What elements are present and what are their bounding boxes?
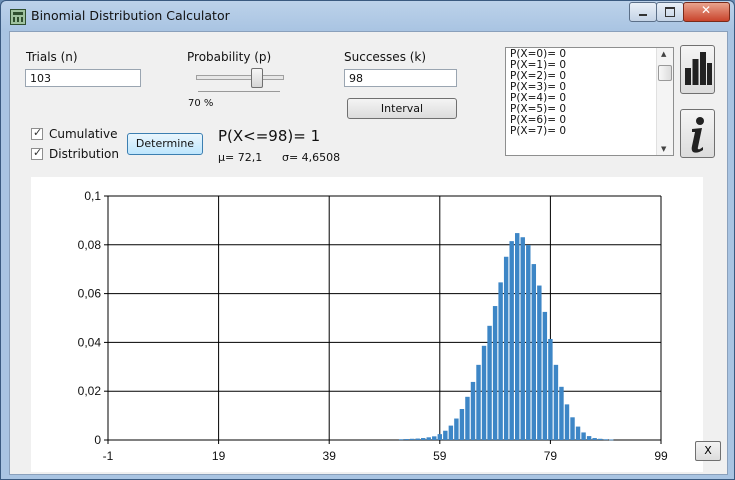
chart-bar bbox=[531, 264, 537, 440]
chart-bar bbox=[498, 282, 503, 440]
chart-bar bbox=[465, 396, 470, 440]
chart-bar bbox=[420, 438, 426, 440]
sigma-value: σ= 4,6508 bbox=[282, 151, 341, 164]
client-area: Trials (n) 103 Probability (p) 70 % Succ… bbox=[9, 31, 728, 475]
trials-label: Trials (n) bbox=[26, 50, 78, 64]
listbox-items: P(X=0)= 0 P(X=1)= 0 P(X=2)= 0 P(X=3)= 0 P(X=… bbox=[506, 48, 673, 137]
close-window-button[interactable] bbox=[683, 2, 730, 22]
binomial-chart: 0 0,02 0,04 0,06 0,08 0,1 -1 19 39 59 79 99 bbox=[78, 189, 668, 463]
chart-bar bbox=[592, 438, 597, 440]
chart-area: 0 0,02 0,04 0,06 0,08 0,1 -1 19 39 59 79 99 bbox=[31, 177, 703, 472]
y-tick-label: 0,04 bbox=[78, 335, 102, 349]
chart-bar bbox=[570, 417, 575, 440]
minimize-button[interactable] bbox=[629, 2, 657, 22]
chart-bar bbox=[509, 241, 514, 440]
result-expression: P(X<=98)= 1 bbox=[218, 127, 321, 145]
y-tick-label: 0,06 bbox=[78, 287, 102, 301]
chart-bar bbox=[503, 256, 509, 440]
y-tick-label: 0,1 bbox=[84, 189, 101, 203]
chart-bar bbox=[415, 438, 420, 440]
chart-bar bbox=[487, 325, 492, 440]
chart-bar bbox=[492, 306, 498, 440]
chart-bar bbox=[586, 436, 592, 440]
x-tick-label: 19 bbox=[212, 449, 226, 463]
x-tick-label: -1 bbox=[103, 449, 114, 463]
distribution-checkbox[interactable] bbox=[31, 146, 43, 160]
probability-slider-thumb[interactable] bbox=[251, 68, 264, 88]
slider-ticks bbox=[198, 91, 280, 92]
chart-bar bbox=[559, 386, 564, 440]
chart-bar bbox=[515, 233, 520, 440]
listbox-scrollbar[interactable]: ▲ ▼ bbox=[656, 48, 673, 155]
chart-bar bbox=[597, 438, 603, 440]
chart-bar bbox=[542, 311, 548, 440]
chart-bar bbox=[526, 245, 531, 440]
chart-bar bbox=[454, 418, 459, 440]
chart-bar bbox=[398, 439, 404, 441]
chart-bar bbox=[409, 438, 415, 440]
chart-bar bbox=[520, 237, 525, 440]
chart-bar bbox=[553, 364, 559, 440]
chart-bar bbox=[404, 439, 409, 440]
probability-listbox[interactable]: P(X=0)= 0 P(X=1)= 0 P(X=2)= 0 P(X=3)= 0 P(X=… bbox=[505, 47, 674, 156]
mean-value: μ= 72,1 bbox=[218, 151, 263, 164]
chart-bar bbox=[443, 430, 448, 440]
x-tick-label: 59 bbox=[433, 449, 447, 463]
scroll-up-arrow-icon[interactable]: ▲ bbox=[661, 50, 666, 58]
info-icon bbox=[691, 117, 704, 153]
chart-bar bbox=[459, 409, 465, 440]
chart-bar bbox=[448, 425, 454, 440]
scroll-down-arrow-icon[interactable]: ▼ bbox=[661, 145, 666, 153]
cumulative-label: Cumulative bbox=[49, 127, 118, 141]
chart-bar bbox=[564, 404, 570, 440]
chart-bar bbox=[609, 439, 614, 441]
probability-slider-track[interactable] bbox=[196, 75, 284, 80]
title-bar[interactable]: Binomial Distribution Calculator bbox=[1, 1, 734, 31]
successes-input[interactable]: 98 bbox=[344, 69, 457, 87]
successes-label: Successes (k) bbox=[344, 50, 427, 64]
bar-chart-icon bbox=[685, 52, 712, 85]
x-tick-label: 79 bbox=[544, 449, 558, 463]
window-title: Binomial Distribution Calculator bbox=[31, 8, 230, 23]
y-tick-label: 0 bbox=[94, 433, 101, 447]
chart-bar bbox=[476, 364, 481, 440]
chart-bar bbox=[437, 434, 443, 440]
chart-bar bbox=[537, 285, 542, 440]
maximize-button[interactable] bbox=[656, 2, 684, 22]
chart-bar bbox=[432, 436, 437, 440]
cumulative-checkbox[interactable] bbox=[31, 126, 43, 140]
distribution-label: Distribution bbox=[49, 147, 120, 161]
y-tick-label: 0,02 bbox=[78, 384, 102, 398]
chart-bar bbox=[581, 432, 586, 440]
determine-button[interactable]: Determine bbox=[127, 133, 203, 155]
chart-bar bbox=[603, 439, 608, 441]
y-tick-label: 0,08 bbox=[78, 238, 102, 252]
interval-button[interactable]: Interval bbox=[347, 98, 457, 119]
x-tick-label: 99 bbox=[654, 449, 668, 463]
app-window: Binomial Distribution Calculator Trials … bbox=[0, 0, 735, 480]
chart-bar bbox=[470, 381, 476, 440]
chart-bar bbox=[481, 345, 487, 440]
probability-value: 70 % bbox=[188, 98, 214, 109]
chart-button[interactable] bbox=[680, 45, 715, 94]
chart-bar bbox=[575, 426, 581, 440]
info-button[interactable] bbox=[680, 109, 715, 158]
probability-label: Probability (p) bbox=[187, 50, 272, 64]
calculator-icon bbox=[10, 9, 26, 25]
trials-input[interactable]: 103 bbox=[25, 69, 141, 87]
close-chart-button[interactable]: X bbox=[695, 441, 721, 461]
x-tick-label: 39 bbox=[323, 449, 337, 463]
scroll-thumb[interactable] bbox=[658, 65, 672, 81]
chart-bar bbox=[426, 437, 431, 440]
chart-bar bbox=[548, 338, 553, 440]
list-item[interactable]: P(X=7)= 0 bbox=[506, 126, 673, 137]
